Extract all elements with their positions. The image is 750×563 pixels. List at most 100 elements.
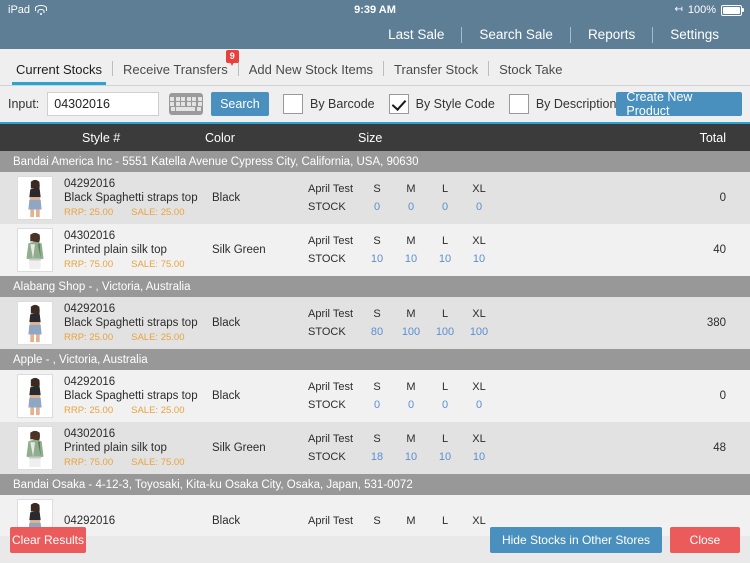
by-description-option[interactable]: By Description <box>508 94 616 114</box>
by-barcode-label: By Barcode <box>309 97 375 111</box>
product-description: Black Spaghetti straps top <box>64 192 198 204</box>
size-header-cell: S <box>373 433 381 445</box>
nav-item-reports[interactable]: Reports <box>571 27 652 42</box>
column-header-total: Total <box>699 130 726 145</box>
tab-transfer-stock[interactable]: Transfer Stock <box>384 49 488 85</box>
search-input[interactable]: 04302016 <box>47 92 159 116</box>
stock-cell: 0 <box>475 201 483 213</box>
product-sku: 04292016 <box>64 515 116 527</box>
table-row[interactable]: 04292016 Black Spaghetti straps top RRP: 2… <box>0 370 750 422</box>
size-set-label: April Test <box>308 381 354 393</box>
size-grid: April Test S M L XL STOCK 10 10 10 10 <box>308 232 498 268</box>
size-header-cell: M <box>406 183 416 195</box>
clear-results-button[interactable]: Clear Results <box>10 527 86 553</box>
tab-label: Stock Take <box>499 62 563 77</box>
stock-row: STOCK 0 0 0 0 <box>308 198 498 216</box>
table-row[interactable]: 04302016 Printed plain silk top RRP: 75.00… <box>0 422 750 474</box>
tab-add-new-stock-items[interactable]: Add New Stock Items <box>239 49 383 85</box>
stock-label: STOCK <box>308 326 346 338</box>
create-new-product-button[interactable]: Create New Product <box>616 90 742 118</box>
stock-cell: 100 <box>469 326 489 338</box>
battery-percent: 100% <box>687 4 716 16</box>
rrp-price: RRP: 75.00 <box>64 457 114 468</box>
size-set-label: April Test <box>308 183 354 195</box>
product-thumbnail <box>17 301 53 345</box>
row-total: 0 <box>719 192 726 204</box>
size-header-row: April Test S M L XL <box>308 180 498 198</box>
rrp-price: RRP: 25.00 <box>64 405 114 416</box>
stock-cell: 100 <box>401 326 421 338</box>
product-sku: 04292016 <box>64 303 116 315</box>
store-group-header: Bandai Osaka - 4-12-3, Toyosaki, Kita-ku… <box>0 474 750 495</box>
size-header-cell: S <box>373 183 381 195</box>
row-total: 0 <box>719 390 726 402</box>
tab-list: Current Stocks Receive Transfers 9 Add N… <box>0 49 572 85</box>
size-header-cell: XL <box>472 235 486 247</box>
tab-label: Current Stocks <box>16 62 102 77</box>
size-header-cell: XL <box>472 308 486 320</box>
size-header-cell: L <box>441 183 449 195</box>
nav-item-search-sale[interactable]: Search Sale <box>462 27 570 42</box>
size-header-cell: M <box>406 381 416 393</box>
stock-cell: 0 <box>407 399 415 411</box>
stock-results-list[interactable]: Bandai America Inc - 5551 Katella Avenue… <box>0 151 750 536</box>
product-description: Black Spaghetti straps top <box>64 317 198 329</box>
size-header-cell: L <box>441 515 449 527</box>
nav-item-last-sale[interactable]: Last Sale <box>371 27 461 42</box>
by-barcode-checkbox[interactable] <box>282 94 303 114</box>
by-style-code-label: By Style Code <box>415 97 495 111</box>
stock-cell: 0 <box>441 399 449 411</box>
sale-price: SALE: 25.00 <box>131 207 185 218</box>
store-group-header: Bandai America Inc - 5551 Katella Avenue… <box>0 151 750 172</box>
by-style-code-checkbox[interactable] <box>388 94 409 114</box>
by-style-code-option[interactable]: By Style Code <box>388 94 495 114</box>
product-color: Black <box>212 515 241 527</box>
sale-price: SALE: 75.00 <box>131 457 185 468</box>
product-sku: 04302016 <box>64 230 116 242</box>
tab-label: Receive Transfers <box>122 62 228 77</box>
rrp-price: RRP: 25.00 <box>64 207 114 218</box>
size-set-label: April Test <box>308 433 354 445</box>
stock-cell: 10 <box>438 451 452 463</box>
close-button[interactable]: Close <box>670 527 740 553</box>
size-set-label: April Test <box>308 515 354 527</box>
stock-cell: 0 <box>475 399 483 411</box>
stock-cell: 10 <box>472 253 486 265</box>
table-column-headers: Style # Color Size Total <box>0 124 750 151</box>
size-header-cell: L <box>441 433 449 445</box>
tab-current-stocks[interactable]: Current Stocks <box>6 49 112 85</box>
size-header-row: April Test S M L XL <box>308 305 498 323</box>
device-name: iPad <box>8 4 31 16</box>
by-description-checkbox[interactable] <box>508 94 529 114</box>
stock-label: STOCK <box>308 201 346 213</box>
table-row[interactable]: 04292016 Black Spaghetti straps top RRP: 2… <box>0 297 750 349</box>
stock-cell: 0 <box>373 399 381 411</box>
product-sku: 04292016 <box>64 178 116 190</box>
store-group-header: Apple - , Victoria, Australia <box>0 349 750 370</box>
table-row[interactable]: 04302016 Printed plain silk top RRP: 75.00… <box>0 224 750 276</box>
hide-stocks-button[interactable]: Hide Stocks in Other Stores <box>489 527 662 553</box>
product-prices: RRP: 75.00 SALE: 75.00 <box>64 456 212 469</box>
product-sku: 04302016 <box>64 428 116 440</box>
by-barcode-option[interactable]: By Barcode <box>282 94 375 114</box>
product-description: Black Spaghetti straps top <box>64 390 198 402</box>
product-thumbnail <box>17 374 53 418</box>
product-prices: RRP: 25.00 SALE: 25.00 <box>64 206 212 219</box>
stock-cell: 0 <box>373 201 381 213</box>
tab-receive-transfers[interactable]: Receive Transfers 9 <box>113 49 239 85</box>
table-row[interactable]: 04292016 Black Spaghetti straps top RRP: 2… <box>0 172 750 224</box>
search-button[interactable]: Search <box>210 92 269 116</box>
product-color: Black <box>212 390 241 402</box>
product-prices: RRP: 25.00 SALE: 25.00 <box>64 404 212 417</box>
wifi-icon <box>35 5 48 15</box>
size-header-row: April Test S M L XL <box>308 378 498 396</box>
battery-icon <box>721 4 744 16</box>
nav-divider <box>461 26 463 43</box>
nav-item-settings[interactable]: Settings <box>653 27 736 42</box>
tab-stock-take[interactable]: Stock Take <box>489 49 572 85</box>
tab-label: Transfer Stock <box>394 62 479 77</box>
column-header-size: Size <box>358 130 383 145</box>
stock-cell: 0 <box>441 201 449 213</box>
size-header-cell: M <box>406 235 416 247</box>
keyboard-icon[interactable] <box>168 93 203 115</box>
